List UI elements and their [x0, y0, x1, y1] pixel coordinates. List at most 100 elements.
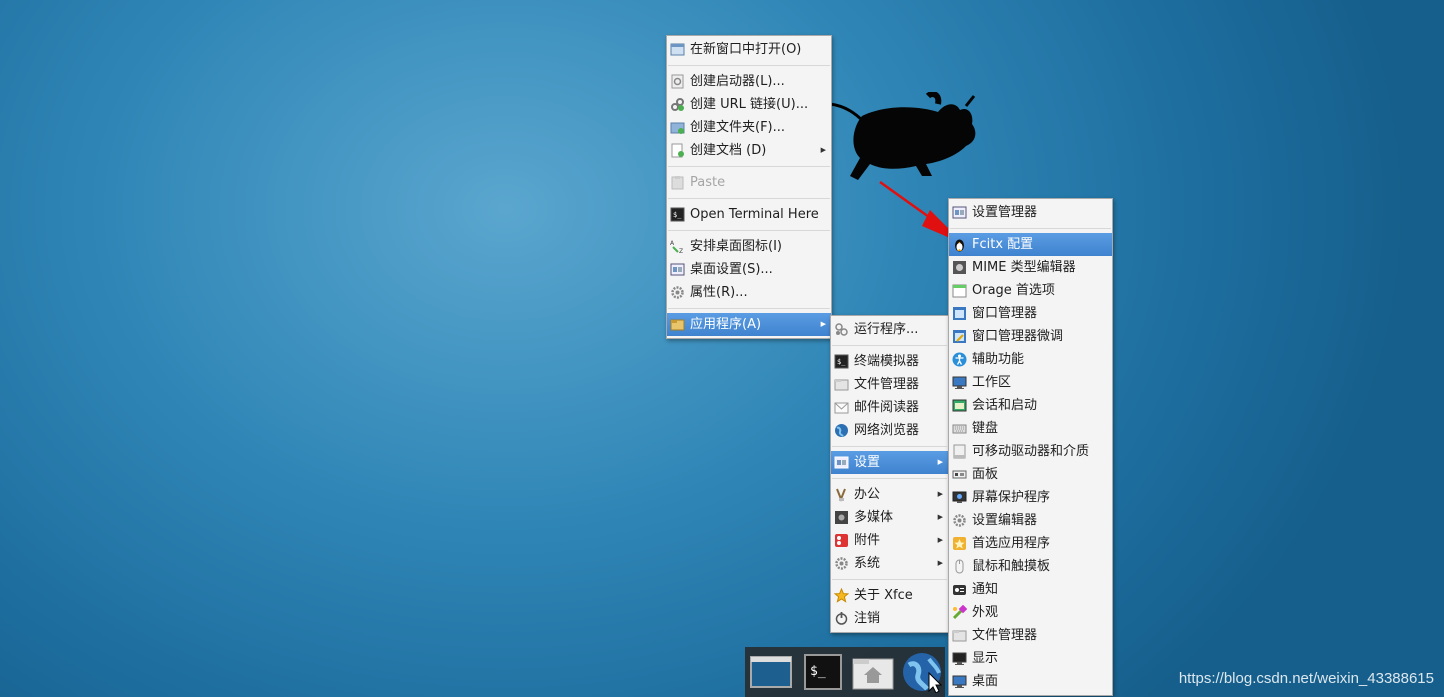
separator — [668, 65, 830, 66]
screensaver-icon — [952, 491, 967, 503]
menu-item-settings[interactable]: 设置 ▶ — [831, 451, 948, 474]
separator — [832, 446, 947, 447]
menu-item-mime-editor[interactable]: MIME 类型编辑器 — [949, 256, 1112, 279]
menu-item-removable-drives[interactable]: 可移动驱动器和介质 — [949, 440, 1112, 463]
watermark-text: https://blog.csdn.net/weixin_43388615 — [1178, 670, 1434, 687]
submenu-arrow-icon: ▶ — [937, 536, 943, 544]
desktop-icon[interactable] — [749, 651, 793, 693]
menu-item-accessibility[interactable]: 辅助功能 — [949, 348, 1112, 371]
menu-item-label: 终端模拟器 — [854, 354, 920, 369]
terminal-icon[interactable]: $_ — [801, 651, 845, 693]
menu-item-system[interactable]: 系统 ▶ — [831, 552, 948, 575]
menu-item-session-startup[interactable]: 会话和启动 — [949, 394, 1112, 417]
settings-icon — [834, 456, 849, 469]
svg-text:A: A — [670, 240, 675, 247]
separator — [668, 198, 830, 199]
applications-submenu: 运行程序... $_ 终端模拟器 文件管理器 邮件阅读器 网络浏览器 设置 ▶ … — [830, 315, 949, 633]
menu-item-label: 窗口管理器微调 — [972, 329, 1064, 344]
menu-item-multimedia[interactable]: 多媒体 ▶ — [831, 506, 948, 529]
bottom-dock: $_ — [745, 647, 945, 697]
menu-item-label: 创建 URL 链接(U)... — [690, 97, 809, 112]
mail-icon — [834, 402, 849, 414]
menu-item-label: 系统 — [854, 556, 881, 571]
mouse-icon — [955, 559, 964, 574]
menu-item-fcitx-config[interactable]: Fcitx 配置 — [949, 233, 1112, 256]
calendar-icon — [952, 284, 967, 298]
menu-item-logout[interactable]: 注销 — [831, 607, 948, 630]
menu-item-label: 窗口管理器 — [972, 306, 1038, 321]
menu-item-desktop-settings[interactable]: 桌面设置(S)... — [667, 258, 831, 281]
menu-item-applications[interactable]: 应用程序(A) ▶ — [667, 313, 831, 336]
menu-item-display[interactable]: 显示 — [949, 647, 1112, 670]
menu-item-workspaces[interactable]: 工作区 — [949, 371, 1112, 394]
menu-item-label: 工作区 — [972, 375, 1012, 390]
menu-item-label: 安排桌面图标(I) — [690, 239, 782, 254]
menu-item-label: Orage 首选项 — [972, 283, 1055, 298]
accessories-icon — [835, 534, 848, 547]
menu-item-label: 创建文档 (D) — [690, 143, 767, 158]
menu-item-label: 首选应用程序 — [972, 536, 1051, 551]
menu-item-preferred-applications[interactable]: 首选应用程序 — [949, 532, 1112, 555]
menu-item-orage-preferences[interactable]: Orage 首选项 — [949, 279, 1112, 302]
menu-item-label: 桌面设置(S)... — [690, 262, 773, 277]
menu-item-terminal-emulator[interactable]: $_ 终端模拟器 — [831, 350, 948, 373]
menu-item-label: 辅助功能 — [972, 352, 1025, 367]
terminal-icon: $_ — [670, 207, 685, 222]
applications-icon — [670, 319, 685, 331]
menu-item-window-manager[interactable]: 窗口管理器 — [949, 302, 1112, 325]
penguin-icon — [955, 239, 964, 252]
menu-item-label: Paste — [690, 175, 726, 190]
link-icon — [671, 98, 684, 111]
power-icon — [835, 612, 848, 625]
menu-item-keyboard[interactable]: 键盘 — [949, 417, 1112, 440]
menu-item-window-manager-tweaks[interactable]: 窗口管理器微调 — [949, 325, 1112, 348]
separator — [832, 345, 947, 346]
menu-item-open-terminal-here[interactable]: $_ Open Terminal Here — [667, 203, 831, 226]
menu-item-label: 创建文件夹(F)... — [690, 120, 786, 135]
separator — [668, 230, 830, 231]
menu-item-file-manager-settings[interactable]: 文件管理器 — [949, 624, 1112, 647]
menu-item-label: 设置 — [854, 455, 881, 470]
menu-item-settings-manager[interactable]: 设置管理器 — [949, 201, 1112, 224]
menu-item-web-browser[interactable]: 网络浏览器 — [831, 419, 948, 442]
menu-item-appearance[interactable]: 外观 — [949, 601, 1112, 624]
menu-item-label: MIME 类型编辑器 — [972, 260, 1076, 275]
home-folder-icon[interactable] — [851, 651, 895, 693]
menu-item-label: 关于 Xfce — [854, 588, 913, 603]
menu-item-open-in-new-window[interactable]: 在新窗口中打开(O) — [667, 38, 831, 61]
menu-item-panel[interactable]: 面板 — [949, 463, 1112, 486]
menu-item-label: 外观 — [972, 605, 999, 620]
menu-item-label: 办公 — [854, 487, 881, 502]
run-icon — [835, 323, 848, 336]
menu-item-create-document[interactable]: 创建文档 (D) ▶ — [667, 139, 831, 162]
menu-item-label: 通知 — [972, 582, 999, 597]
menu-item-file-manager[interactable]: 文件管理器 — [831, 373, 948, 396]
separator — [668, 308, 830, 309]
gear-icon — [671, 286, 684, 299]
menu-item-create-folder[interactable]: 创建文件夹(F)... — [667, 116, 831, 139]
menu-item-notifications[interactable]: 通知 — [949, 578, 1112, 601]
svg-text:$_: $_ — [673, 211, 682, 219]
display-icon — [952, 652, 967, 665]
menu-item-run-program[interactable]: 运行程序... — [831, 318, 948, 341]
menu-item-accessories[interactable]: 附件 ▶ — [831, 529, 948, 552]
desktop-icon — [952, 675, 967, 688]
menu-item-mouse-touchpad[interactable]: 鼠标和触摸板 — [949, 555, 1112, 578]
menu-item-mail-reader[interactable]: 邮件阅读器 — [831, 396, 948, 419]
menu-item-about-xfce[interactable]: 关于 Xfce — [831, 584, 948, 607]
window-manager-icon — [953, 307, 966, 320]
menu-item-label: 注销 — [854, 611, 881, 626]
menu-item-arrange-icons[interactable]: AZ 安排桌面图标(I) — [667, 235, 831, 258]
menu-item-label: Fcitx 配置 — [972, 237, 1034, 252]
menu-item-settings-editor[interactable]: 设置编辑器 — [949, 509, 1112, 532]
menu-item-create-launcher[interactable]: 创建启动器(L)... — [667, 70, 831, 93]
workspace-icon — [952, 376, 967, 389]
globe-icon[interactable] — [901, 651, 945, 693]
menu-item-screensaver[interactable]: 屏幕保护程序 — [949, 486, 1112, 509]
menu-item-desktop[interactable]: 桌面 — [949, 670, 1112, 693]
menu-item-office[interactable]: 办公 ▶ — [831, 483, 948, 506]
menu-item-create-url-link[interactable]: 创建 URL 链接(U)... — [667, 93, 831, 116]
menu-item-properties[interactable]: 属性(R)... — [667, 281, 831, 304]
menu-item-label: 网络浏览器 — [854, 423, 920, 438]
office-icon — [836, 488, 846, 502]
